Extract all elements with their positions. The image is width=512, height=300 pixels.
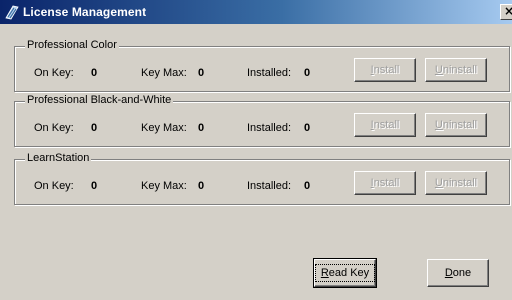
installed-value: 0 [304, 67, 311, 79]
button-label: nstall [373, 177, 400, 189]
button-label: ninstall [442, 119, 478, 131]
key-max-value: 0 [198, 67, 205, 79]
button-label: nstall [373, 119, 400, 131]
window-title: License Management [23, 5, 147, 19]
accel-key: U [434, 64, 443, 76]
uninstall-button[interactable]: Uninstall [425, 171, 487, 195]
key-max-label: Key Max: [141, 122, 187, 134]
group-professional-black-and-white: Professional Black-and-White On Key: 0 K… [14, 94, 510, 147]
on-key-value: 0 [91, 180, 98, 192]
license-management-window: License Management × Professional Color … [0, 0, 512, 300]
group-learnstation: LearnStation On Key: 0 Key Max: 0 Instal… [14, 152, 510, 205]
uninstall-button[interactable]: Uninstall [425, 58, 487, 82]
installed-label: Installed: [247, 122, 292, 134]
install-button[interactable]: Install [354, 58, 416, 82]
accel-key: U [434, 177, 443, 189]
key-max-value: 0 [198, 122, 205, 134]
button-label: ninstall [442, 64, 478, 76]
group-title: LearnStation [25, 152, 92, 164]
uninstall-button[interactable]: Uninstall [425, 113, 487, 137]
key-max-label: Key Max: [141, 67, 187, 79]
group-title: Professional Color [25, 39, 119, 51]
close-icon: × [503, 4, 512, 18]
on-key-label: On Key: [34, 180, 74, 192]
on-key-label: On Key: [34, 67, 74, 79]
installed-label: Installed: [247, 180, 292, 192]
button-label: one [452, 267, 472, 279]
installed-value: 0 [304, 122, 311, 134]
key-max-label: Key Max: [141, 180, 187, 192]
button-label: ninstall [442, 177, 478, 189]
group-title: Professional Black-and-White [25, 94, 174, 106]
app-icon [4, 4, 20, 20]
read-key-button[interactable]: Read Key [313, 258, 377, 288]
installed-label: Installed: [247, 67, 292, 79]
accel-key: D [444, 267, 453, 279]
title-bar[interactable]: License Management × [0, 0, 512, 24]
installed-value: 0 [304, 180, 311, 192]
on-key-value: 0 [91, 122, 98, 134]
button-label: nstall [373, 64, 400, 76]
done-button[interactable]: Done [427, 259, 489, 287]
group-professional-color: Professional Color On Key: 0 Key Max: 0 … [14, 39, 510, 92]
install-button[interactable]: Install [354, 171, 416, 195]
on-key-value: 0 [91, 67, 98, 79]
button-label: ead Key [328, 267, 370, 279]
key-max-value: 0 [198, 180, 205, 192]
close-button[interactable]: × [500, 4, 512, 20]
install-button[interactable]: Install [354, 113, 416, 137]
accel-key: U [434, 119, 443, 131]
button-focus-label: Read Key [314, 264, 376, 282]
on-key-label: On Key: [34, 122, 74, 134]
accel-key: R [320, 267, 329, 279]
